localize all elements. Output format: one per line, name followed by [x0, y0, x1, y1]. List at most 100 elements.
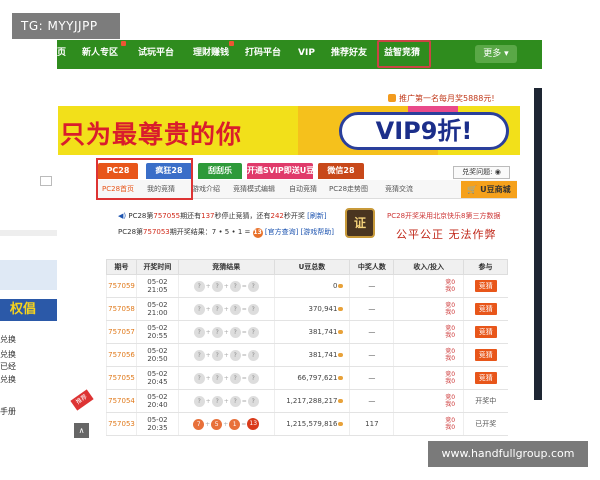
sidebar-line[interactable]: 兑换: [0, 374, 57, 385]
promo-text[interactable]: 推广第一名每月奖5888元!: [388, 93, 495, 104]
table-header: 期号 开奖时间 竞猜结果 U豆总数 中奖人数 收入/投入 参与: [106, 259, 508, 275]
nav-item-captcha[interactable]: 打码平台: [245, 40, 281, 69]
result-ball: ?: [193, 372, 205, 384]
bet-button[interactable]: 竞猜: [474, 326, 497, 338]
sidebar-line[interactable]: 兑换: [0, 349, 57, 360]
sidebar-divider: [0, 230, 57, 236]
more-button[interactable]: 更多 ▾: [475, 45, 517, 63]
result-sum-ball: ?: [247, 349, 259, 361]
subnav-discussion[interactable]: 竞猜交流: [385, 184, 413, 194]
scroll-top-icon[interactable]: ∧: [74, 423, 89, 438]
income-value: 竞0: [445, 371, 456, 378]
exchange-question-button[interactable]: 兑奖问题: ◉: [453, 166, 510, 179]
issue-number[interactable]: 757056: [106, 343, 137, 367]
subnav-trend-chart[interactable]: PC28走势图: [329, 184, 368, 194]
bet-button[interactable]: 竞猜: [474, 349, 497, 361]
bet-button[interactable]: 竞猜: [474, 303, 497, 315]
highlight-box: [96, 158, 193, 200]
countdown-line: ◀) PC28第757055期还有137秒停止竞猜，还有242秒开奖 [刷新]: [118, 212, 327, 220]
subnav-auto-quiz[interactable]: 自动竞猜: [289, 184, 317, 194]
result-ball: 13: [252, 228, 263, 238]
nav-item-finance[interactable]: 理财赚钱: [193, 40, 229, 69]
tab-scratch[interactable]: 刮刮乐: [198, 163, 242, 179]
draw-clock: 20:50: [147, 355, 168, 363]
nav-item-newbie[interactable]: 新人专区: [82, 40, 118, 69]
bean-total: 1,217,288,217: [273, 389, 350, 413]
draw-date: 05-02: [147, 416, 168, 424]
bean-total: 381,741: [273, 320, 350, 344]
invest-value: 我0: [445, 424, 456, 431]
tab-wechat28[interactable]: 微信28: [318, 163, 364, 179]
issue-number[interactable]: 757054: [106, 389, 137, 413]
right-dark-bar: [534, 88, 542, 400]
sidebar-ribbon: 推荐: [70, 389, 94, 411]
income-cell: 竞0 我0: [393, 366, 464, 390]
draw-clock: 21:05: [147, 286, 168, 294]
draw-time: 05-02 20:45: [135, 366, 179, 390]
issue-number[interactable]: 757053: [106, 412, 137, 436]
result-ball: ?: [193, 349, 205, 361]
nav-item-vip[interactable]: VIP: [298, 40, 315, 69]
nav-item-referral[interactable]: 推荐好友: [331, 40, 367, 69]
result-line: PC28第757053期开奖结果：7 • 5 • 1 = 13 [官方查询] […: [118, 228, 334, 238]
winner-count: —: [349, 366, 394, 390]
vip-banner[interactable]: 只为最尊贵的你 VIP9折!: [58, 106, 520, 155]
banner-vip-text: VIP9折!: [339, 112, 509, 150]
bet-button[interactable]: 竞猜: [474, 372, 497, 384]
action-cell: 竞猜: [463, 343, 508, 367]
subnav-game-intro[interactable]: 游戏介绍: [192, 184, 220, 194]
income-cell: 竞0 我0: [393, 389, 464, 413]
bean-icon: [338, 353, 344, 357]
issue-number[interactable]: 757057: [106, 320, 137, 344]
col-winners: 中奖人数: [349, 259, 395, 275]
result-ball: ?: [193, 395, 205, 407]
invest-value: 我0: [445, 378, 456, 385]
nav-item-home[interactable]: 页: [57, 40, 66, 69]
collapse-icon[interactable]: [40, 176, 52, 186]
bet-button[interactable]: 竞猜: [474, 280, 497, 292]
nav-item-trial[interactable]: 试玩平台: [138, 40, 174, 69]
result-sum-ball: ?: [247, 326, 259, 338]
draw-result: ? +? +? =?: [177, 389, 275, 413]
action-cell: 已开奖: [463, 412, 508, 436]
invest-value: 我0: [445, 309, 456, 316]
result-sum-ball: ?: [247, 372, 259, 384]
result-ball: ?: [229, 280, 241, 292]
sidebar-line[interactable]: 已经: [0, 361, 57, 372]
col-join: 参与: [463, 259, 508, 275]
help-links[interactable]: [官方查询] [游戏帮助]: [265, 228, 334, 236]
issue-number[interactable]: 757055: [106, 366, 137, 390]
action-cell: 竞猜: [463, 320, 508, 344]
nav-quiz-highlight: [377, 40, 431, 68]
cart-icon: 🛒: [467, 185, 478, 194]
result-ball: 1: [229, 418, 241, 430]
status-text: 开奖中: [475, 397, 497, 405]
tab-svip[interactable]: 开通SVIP即送U豆: [247, 163, 314, 179]
draw-result: ? +? +? =?: [177, 343, 275, 367]
income-cell: 竞0 我0: [393, 343, 464, 367]
income-cell: 竞0 我0: [393, 412, 464, 436]
draw-time: 05-02 20:50: [135, 343, 179, 367]
draw-result: ? +? +? =?: [177, 297, 275, 321]
table-row: 757054 05-02 20:40? +? +? =? 1,217,288,217— 竞0 我…: [106, 389, 508, 413]
draw-time: 05-02 20:55: [135, 320, 179, 344]
invest-value: 我0: [445, 355, 456, 362]
winner-count: —: [349, 343, 394, 367]
income-cell: 竞0 我0: [393, 297, 464, 321]
sidebar-line[interactable]: 兑换: [0, 334, 57, 345]
sidebar-highlight[interactable]: 权倡: [0, 299, 57, 321]
income-value: 竞0: [445, 394, 456, 401]
refresh-link[interactable]: [刷新]: [307, 212, 326, 220]
table-row: 757053 05-02 20:35 7 +5 +1 = 13 1,215,579,816 117…: [106, 412, 508, 436]
income-value: 竞0: [445, 348, 456, 355]
issue-number[interactable]: 757059: [106, 274, 137, 298]
bean-icon: [338, 330, 344, 334]
col-result: 竞猜结果: [177, 259, 275, 275]
result-ball: ?: [229, 326, 241, 338]
income-cell: 竞0 我0: [393, 274, 464, 298]
sidebar-line[interactable]: 手册: [0, 406, 57, 417]
issue-number[interactable]: 757058: [106, 297, 137, 321]
action-cell: 竞猜: [463, 366, 508, 390]
subnav-mode-edit[interactable]: 竞猜模式编辑: [233, 184, 275, 194]
u-bean-shop-button[interactable]: 🛒 U豆商城: [461, 181, 517, 198]
